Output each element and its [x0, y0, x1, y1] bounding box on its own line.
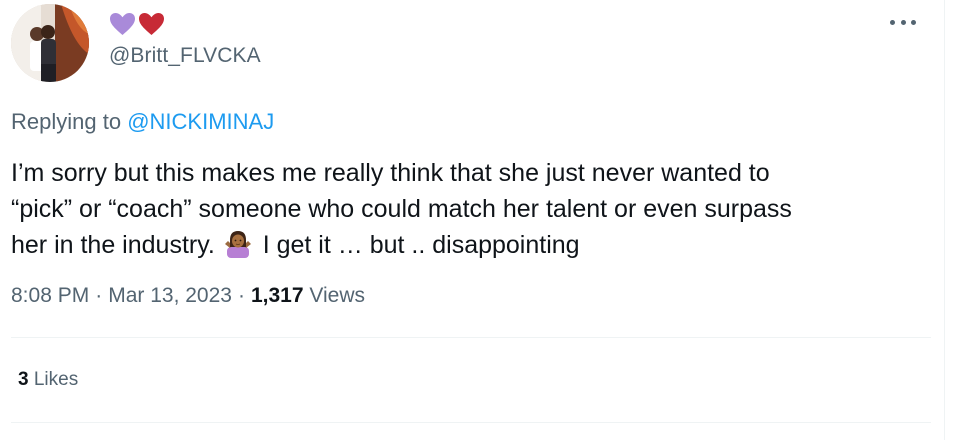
- replying-to: Replying to @NICKIMINAJ: [11, 109, 274, 135]
- views-label: Views: [309, 284, 366, 307]
- tweet-text-line: “pick” or “coach” someone who could matc…: [11, 195, 792, 223]
- person-shrugging-icon: [224, 231, 251, 258]
- more-dot: [911, 19, 916, 25]
- tweet-metadata: 8:08 PM · Mar 13, 2023 · 1,317 Views: [11, 284, 365, 308]
- divider: [11, 422, 931, 423]
- more-dot: [900, 19, 906, 25]
- purple-heart-icon: [110, 13, 135, 35]
- reply-target-link[interactable]: @NICKIMINAJ: [127, 109, 274, 134]
- tweet-text: I’m sorry but this makes me really think…: [11, 155, 931, 263]
- tweet-card: @Britt_FLVCKA Replying to @NICKIMINAJ I’…: [0, 0, 944, 440]
- avatar-photo: [11, 4, 89, 82]
- separator: ·: [237, 284, 245, 307]
- more-dot: [890, 19, 895, 25]
- tweet-text-segment: I get it … but .. disappointing: [262, 231, 580, 259]
- separator: ·: [95, 284, 103, 307]
- likes-count: 3: [18, 369, 29, 390]
- likes-link[interactable]: 3 Likes: [18, 369, 78, 391]
- views-count: 1,317: [250, 284, 304, 307]
- tweet-time[interactable]: 8:08 PM: [11, 284, 89, 307]
- avatar[interactable]: [11, 4, 89, 82]
- replying-prefix: Replying to: [11, 109, 122, 134]
- divider: [11, 337, 931, 338]
- tweet-text-line: I’m sorry but this makes me really think…: [11, 159, 770, 187]
- display-name[interactable]: [109, 10, 165, 38]
- tweet-text-segment: her in the industry.: [11, 231, 215, 259]
- likes-label: Likes: [33, 369, 79, 390]
- more-options-icon[interactable]: [890, 12, 916, 32]
- tweet-text-line: her in the industry. I get it … but .. d…: [11, 227, 931, 263]
- tweet-date[interactable]: Mar 13, 2023: [108, 284, 232, 307]
- red-heart-icon: [139, 13, 164, 35]
- column-border: [944, 0, 945, 440]
- user-handle[interactable]: @Britt_FLVCKA: [109, 44, 261, 68]
